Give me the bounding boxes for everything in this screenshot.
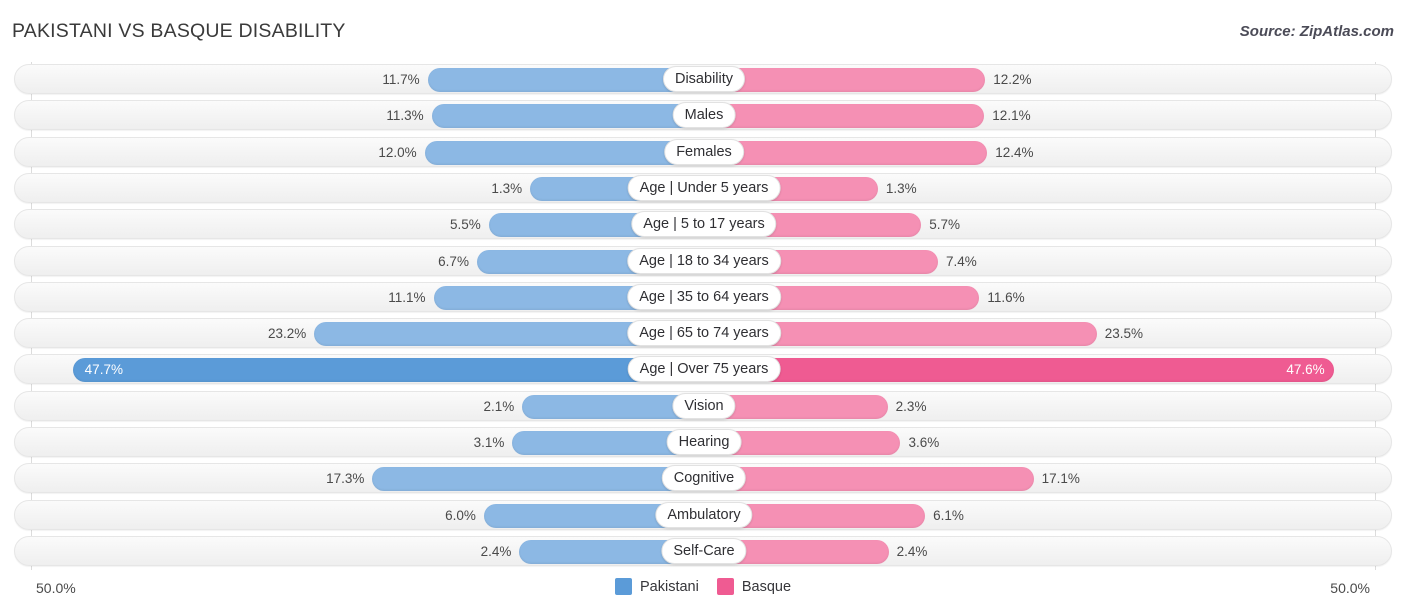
bar-basque[interactable] bbox=[704, 467, 1034, 492]
row-label-pill[interactable]: Age | Under 5 years bbox=[627, 174, 781, 201]
chart-footer: 50.0% 50.0% Pakistani Basque bbox=[0, 572, 1406, 612]
row-track: 12.0% 12.4% Females bbox=[15, 138, 1393, 166]
value-label-pakistani: 11.7% bbox=[382, 72, 420, 87]
table-row[interactable]: 6.7% 7.4% Age | 18 to 34 years bbox=[14, 245, 1393, 276]
row-label-pill[interactable]: Age | 5 to 17 years bbox=[631, 211, 777, 238]
table-row[interactable]: 12.0% 12.4% Females bbox=[14, 136, 1393, 167]
value-label-basque: 1.3% bbox=[885, 180, 917, 196]
row-track: 3.1% 3.6% Hearing bbox=[15, 428, 1393, 456]
row-label-pill[interactable]: Age | 18 to 34 years bbox=[627, 247, 781, 274]
row-track: 11.1% 11.6% Age | 35 to 64 years bbox=[15, 283, 1393, 311]
table-row[interactable]: 11.7% 12.2% Disability bbox=[14, 64, 1392, 94]
row-label-pill[interactable]: Vision bbox=[672, 392, 736, 419]
bar-basque[interactable] bbox=[704, 358, 1335, 383]
row-track: 23.2% 23.5% Age | 65 to 74 years bbox=[15, 319, 1393, 347]
bar-pakistani[interactable] bbox=[424, 140, 704, 165]
value-label-pakistani: 1.3% bbox=[491, 180, 523, 196]
row-track: 11.3% 12.1% Males bbox=[15, 101, 1393, 129]
row-track: 2.4% 2.4% Self-Care bbox=[15, 537, 1393, 565]
table-row[interactable]: 2.1% 2.3% Vision bbox=[14, 390, 1393, 421]
value-label-basque: 23.5% bbox=[1104, 326, 1143, 342]
value-label-pakistani: 2.4% bbox=[480, 543, 512, 559]
legend-label: Basque bbox=[741, 578, 792, 595]
value-label-basque: 11.6% bbox=[987, 289, 1025, 305]
table-row[interactable]: 3.1% 3.6% Hearing bbox=[14, 427, 1392, 457]
row-label-pill[interactable]: Age | 35 to 64 years bbox=[627, 283, 781, 310]
row-label-pill[interactable]: Cognitive bbox=[661, 465, 747, 492]
table-row[interactable]: 1.3% 1.3% Age | Under 5 years bbox=[14, 172, 1393, 203]
value-label-pakistani: 5.5% bbox=[450, 217, 481, 233]
value-label-basque: 2.3% bbox=[895, 398, 927, 414]
value-label-pakistani: 6.7% bbox=[438, 253, 469, 269]
row-track: 17.3% 17.1% Cognitive bbox=[15, 464, 1393, 492]
value-label-pakistani: 6.0% bbox=[445, 507, 476, 523]
legend-label: Pakistani bbox=[639, 578, 699, 595]
value-label-basque: 5.7% bbox=[929, 217, 960, 233]
table-row[interactable]: 6.0% 6.1% Ambulatory bbox=[14, 499, 1393, 530]
value-label-basque: 17.1% bbox=[1041, 471, 1080, 487]
value-label-basque: 12.1% bbox=[992, 108, 1031, 124]
value-label-basque: 6.1% bbox=[933, 507, 964, 523]
value-label-pakistani: 11.3% bbox=[386, 108, 424, 124]
value-label-pakistani: 12.0% bbox=[378, 144, 417, 160]
row-track: 6.0% 6.1% Ambulatory bbox=[15, 501, 1393, 529]
row-label-pill[interactable]: Age | Over 75 years bbox=[627, 356, 781, 383]
row-track: 11.7% 12.2% Disability bbox=[15, 65, 1393, 93]
row-label-pill[interactable]: Females bbox=[664, 138, 744, 165]
value-label-basque: 12.2% bbox=[993, 72, 1032, 87]
value-label-pakistani: 23.2% bbox=[267, 326, 307, 342]
row-track: 2.1% 2.3% Vision bbox=[15, 392, 1393, 420]
value-label-pakistani: 2.1% bbox=[483, 398, 515, 414]
source-attribution: Source: ZipAtlas.com bbox=[1239, 23, 1394, 40]
row-label-pill[interactable]: Males bbox=[672, 102, 736, 129]
row-track: 47.7% 47.6% Age | Over 75 years bbox=[15, 355, 1393, 383]
table-row[interactable]: 23.2% 23.5% Age | 65 to 74 years bbox=[14, 318, 1393, 349]
legend-item[interactable]: Pakistani bbox=[614, 578, 699, 595]
bar-basque[interactable] bbox=[704, 140, 988, 165]
legend-item[interactable]: Basque bbox=[716, 578, 792, 595]
chart-legend: Pakistani Basque bbox=[0, 578, 1406, 595]
bar-pakistani[interactable] bbox=[372, 467, 704, 492]
bar-basque[interactable] bbox=[704, 68, 986, 92]
value-label-pakistani: 17.3% bbox=[326, 471, 365, 487]
row-track: 5.5% 5.7% Age | 5 to 17 years bbox=[15, 210, 1393, 238]
page-title: PAKISTANI VS BASQUE DISABILITY bbox=[12, 20, 346, 42]
legend-swatch-icon bbox=[614, 578, 632, 595]
table-row[interactable]: 17.3% 17.1% Cognitive bbox=[14, 463, 1393, 494]
value-label-basque: 2.4% bbox=[896, 543, 928, 559]
table-row[interactable]: 5.5% 5.7% Age | 5 to 17 years bbox=[14, 209, 1393, 240]
bar-pakistani[interactable] bbox=[72, 358, 704, 383]
value-label-basque: 47.6% bbox=[1286, 362, 1325, 378]
value-label-pakistani: 11.1% bbox=[388, 289, 426, 305]
row-label-pill[interactable]: Self-Care bbox=[661, 537, 747, 564]
chart-header: PAKISTANI VS BASQUE DISABILITY Source: Z… bbox=[0, 0, 1406, 60]
legend-swatch-icon bbox=[716, 578, 734, 595]
value-label-basque: 7.4% bbox=[945, 253, 977, 269]
value-label-basque: 12.4% bbox=[995, 144, 1034, 160]
row-label-pill[interactable]: Age | 65 to 74 years bbox=[627, 320, 781, 347]
value-label-pakistani: 47.7% bbox=[84, 362, 123, 378]
table-row[interactable]: 2.4% 2.4% Self-Care bbox=[14, 535, 1393, 566]
row-track: 6.7% 7.4% Age | 18 to 34 years bbox=[15, 247, 1393, 275]
row-label-pill[interactable]: Hearing bbox=[666, 429, 742, 455]
table-row[interactable]: 47.7% 47.6% Age | Over 75 years bbox=[14, 354, 1393, 385]
row-track: 1.3% 1.3% Age | Under 5 years bbox=[15, 174, 1393, 202]
value-label-basque: 3.6% bbox=[908, 435, 940, 450]
bar-basque[interactable] bbox=[704, 104, 985, 129]
table-row[interactable]: 11.3% 12.1% Males bbox=[14, 100, 1393, 131]
table-row[interactable]: 11.1% 11.6% Age | 35 to 64 years bbox=[14, 281, 1393, 312]
row-label-pill[interactable]: Disability bbox=[662, 66, 746, 92]
bar-pakistani[interactable] bbox=[431, 104, 704, 129]
chart-plot-area: 11.7% 12.2% Disability 11.3% 12.1% Males 12.0%… bbox=[0, 62, 1406, 570]
row-label-pill[interactable]: Ambulatory bbox=[655, 501, 753, 528]
chart-page: PAKISTANI VS BASQUE DISABILITY Source: Z… bbox=[0, 0, 1406, 612]
value-label-pakistani: 3.1% bbox=[473, 435, 505, 450]
